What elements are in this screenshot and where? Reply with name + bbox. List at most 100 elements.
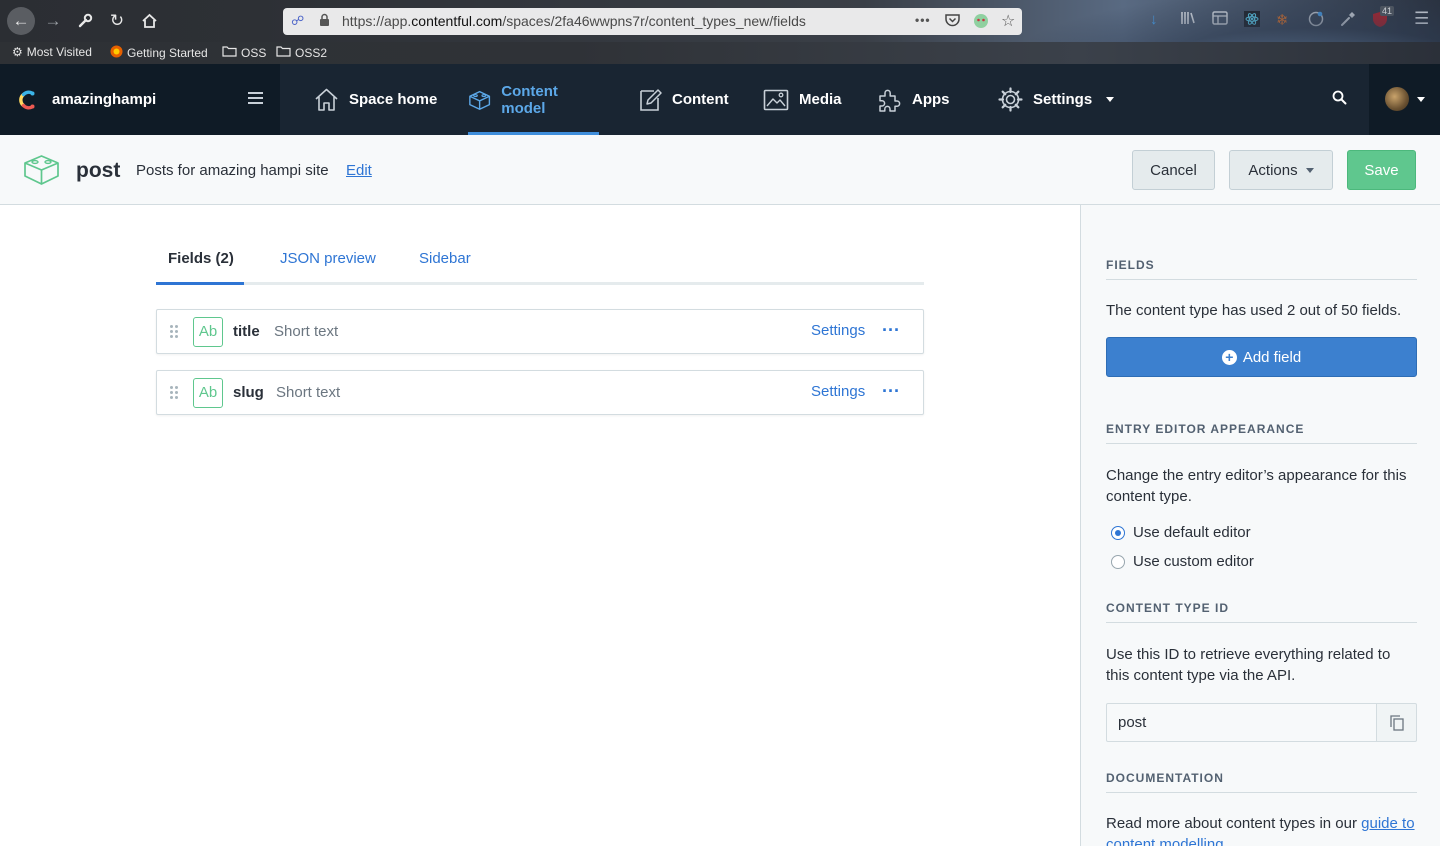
tab-fields[interactable]: Fields (2) bbox=[168, 250, 234, 267]
extension-face-icon[interactable] bbox=[973, 13, 989, 32]
documentation-heading: DOCUMENTATION bbox=[1106, 771, 1417, 793]
content-type-id-field[interactable]: post bbox=[1106, 703, 1377, 742]
search-icon[interactable] bbox=[1332, 90, 1347, 105]
add-field-label: Add field bbox=[1242, 348, 1302, 366]
gear-icon: ⚙ bbox=[12, 45, 23, 59]
content-type-name: post bbox=[76, 159, 121, 182]
react-devtools-icon[interactable] bbox=[1244, 11, 1260, 31]
library-icon[interactable] bbox=[1180, 11, 1196, 29]
drag-handle-icon[interactable] bbox=[170, 386, 178, 400]
fields-usage-text: The content type has used 2 out of 50 fi… bbox=[1106, 302, 1402, 319]
bookmark-folder-oss[interactable]: OSS bbox=[222, 45, 266, 60]
active-tab-indicator bbox=[156, 282, 244, 285]
field-type: Short text bbox=[276, 384, 341, 401]
plus-circle-icon: + bbox=[1221, 349, 1237, 365]
bookmarks-bar: ⚙ Most Visited Getting Started OSS OSS2 bbox=[0, 42, 1440, 64]
bookmark-getting-started[interactable]: Getting Started bbox=[110, 45, 208, 61]
field-row-slug[interactable]: Ab slug Short text Settings ··· bbox=[156, 370, 924, 415]
nav-settings-label: Settings bbox=[1033, 91, 1093, 108]
folder-icon bbox=[222, 45, 237, 60]
add-field-button[interactable]: + Add field bbox=[1106, 337, 1417, 377]
drag-handle-icon[interactable] bbox=[170, 325, 178, 339]
eyedropper-icon[interactable] bbox=[1340, 11, 1356, 31]
url-bar[interactable]: ☍ https://app.contentful.com/spaces/2fa4… bbox=[283, 8, 1022, 35]
tab-json-preview[interactable]: JSON preview bbox=[280, 250, 376, 267]
menu-icon[interactable] bbox=[248, 92, 263, 104]
pocket-icon[interactable] bbox=[945, 13, 960, 30]
copy-id-button[interactable] bbox=[1376, 703, 1417, 742]
reader-view-icon[interactable] bbox=[1212, 11, 1228, 29]
content-type-id-description: Use this ID to retrieve everything relat… bbox=[1106, 646, 1391, 684]
radio-unchecked-icon[interactable] bbox=[1111, 554, 1125, 569]
nav-space-home-label: Space home bbox=[349, 91, 438, 108]
page-actions-icon[interactable]: ••• bbox=[915, 13, 931, 27]
edit-content-type-link[interactable]: Edit bbox=[346, 162, 372, 179]
url-text: https://app.contentful.com/spaces/2fa46w… bbox=[342, 13, 806, 29]
documentation-text-body: Read more about content types in our bbox=[1106, 815, 1362, 832]
nav-media-label: Media bbox=[799, 91, 842, 108]
save-button[interactable]: Save bbox=[1347, 150, 1416, 190]
wrench-icon[interactable] bbox=[72, 8, 98, 34]
cancel-button-label: Cancel bbox=[1150, 161, 1197, 179]
reload-icon[interactable]: ↻ bbox=[104, 8, 130, 34]
back-arrow-icon[interactable]: ← bbox=[7, 7, 35, 35]
nav-settings[interactable]: Settings bbox=[998, 64, 1115, 135]
content-type-id-heading: CONTENT TYPE ID bbox=[1106, 601, 1417, 623]
bookmark-most-visited[interactable]: ⚙ Most Visited bbox=[12, 45, 92, 59]
nav-media[interactable]: Media bbox=[763, 64, 842, 135]
field-type: Short text bbox=[274, 323, 339, 340]
short-text-icon: Ab bbox=[193, 378, 223, 408]
bookmark-star-icon[interactable]: ☆ bbox=[1001, 11, 1015, 31]
radio-default-editor[interactable]: Use default editor bbox=[1111, 524, 1251, 541]
apps-icon bbox=[879, 89, 901, 112]
extension-gray-icon[interactable] bbox=[1308, 11, 1324, 31]
content-model-icon bbox=[469, 90, 491, 110]
nav-content-label: Content bbox=[672, 91, 729, 108]
download-icon[interactable]: ↓ bbox=[1150, 11, 1158, 28]
home-browser-icon[interactable] bbox=[136, 8, 162, 34]
bookmark-folder-oss2[interactable]: OSS2 bbox=[276, 45, 327, 60]
more-options-icon[interactable]: ··· bbox=[882, 381, 900, 402]
forward-arrow-icon[interactable]: → bbox=[40, 8, 66, 34]
more-options-icon[interactable]: ··· bbox=[882, 320, 900, 341]
firebug-flame-icon[interactable]: ❄ bbox=[1276, 11, 1289, 29]
entry-editor-appearance-heading: ENTRY EDITOR APPEARANCE bbox=[1106, 422, 1417, 444]
content-type-sidebar: FIELDS The content type has used 2 out o… bbox=[1080, 205, 1440, 846]
field-settings-link[interactable]: Settings bbox=[811, 383, 865, 400]
nav-content-model-label: Content model bbox=[501, 82, 558, 117]
firefox-icon bbox=[110, 45, 123, 61]
actions-button[interactable]: Actions bbox=[1229, 150, 1333, 190]
tab-sidebar[interactable]: Sidebar bbox=[419, 250, 471, 267]
account-menu[interactable] bbox=[1369, 64, 1440, 135]
space-switcher[interactable]: amazinghampi bbox=[0, 64, 280, 135]
hamburger-menu-icon[interactable]: ☰ bbox=[1414, 9, 1429, 29]
chevron-down-icon bbox=[1305, 167, 1314, 173]
nav-space-home[interactable]: Space home bbox=[314, 64, 437, 135]
avatar bbox=[1385, 87, 1409, 111]
field-row-title[interactable]: Ab title Short text Settings ··· bbox=[156, 309, 924, 354]
cancel-button[interactable]: Cancel bbox=[1132, 150, 1215, 190]
field-name: title bbox=[233, 323, 260, 340]
space-name: amazinghampi bbox=[52, 91, 157, 108]
content-type-icon bbox=[24, 155, 59, 185]
browser-toolbar: ← → ↻ ☍ https://app.contentful.com/space… bbox=[0, 0, 1440, 64]
nav-content-model[interactable]: Content model bbox=[468, 64, 599, 135]
content-type-header: post Posts for amazing hampi site Edit C… bbox=[0, 135, 1440, 205]
home-icon bbox=[315, 88, 338, 111]
chevron-down-icon bbox=[1106, 97, 1115, 102]
content-type-description: Posts for amazing hampi site bbox=[136, 162, 329, 179]
radio-default-label: Use default editor bbox=[1133, 524, 1251, 541]
folder-icon bbox=[276, 45, 291, 60]
actions-button-label: Actions bbox=[1248, 161, 1298, 179]
shield-icon: ☍ bbox=[291, 13, 305, 28]
save-button-label: Save bbox=[1364, 161, 1399, 179]
contentful-logo-icon bbox=[19, 90, 35, 110]
field-settings-link[interactable]: Settings bbox=[811, 322, 865, 339]
radio-checked-icon[interactable] bbox=[1111, 525, 1125, 540]
radio-custom-editor[interactable]: Use custom editor bbox=[1111, 553, 1254, 570]
nav-content[interactable]: Content bbox=[638, 64, 729, 135]
ublock-badge: 41 bbox=[1380, 6, 1395, 16]
nav-apps[interactable]: Apps bbox=[876, 64, 950, 135]
copy-icon bbox=[1389, 714, 1404, 731]
settings-icon bbox=[998, 87, 1023, 112]
